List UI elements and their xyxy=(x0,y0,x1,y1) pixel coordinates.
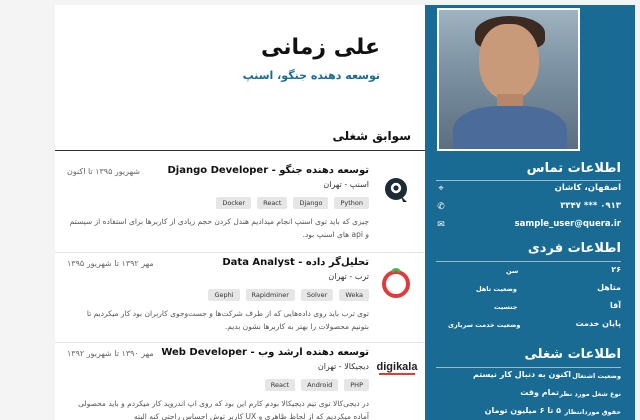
skill-tag: Weka xyxy=(339,289,369,301)
profile-photo xyxy=(437,8,580,151)
skill-tag: Docker xyxy=(216,197,252,209)
personal-military: پایان خدمت وضعیت خدمت سربازی xyxy=(436,319,621,333)
profile-title: توسعه دهنده جنگو، اسنپ xyxy=(242,69,380,82)
contact-heading: اطلاعات تماس xyxy=(526,161,621,176)
job-status: اکنون به دنبال کار نیستم وضعیت اشتغال xyxy=(436,370,621,384)
job-divider xyxy=(55,342,425,343)
job-role-en: Web Developer xyxy=(161,347,247,358)
job-info-divider xyxy=(436,367,621,368)
job-salary: ۵ تا ۶ میلیون تومان حقوق موردانتظار xyxy=(436,406,621,420)
job-tags: PHP Android React xyxy=(264,379,369,391)
marital-value: متاهل xyxy=(597,283,621,292)
job-item: توسعه دهنده جنگو - Django Developer اسنپ… xyxy=(55,163,425,253)
photo-face xyxy=(479,24,539,100)
salary-label: حقوق موردانتظار xyxy=(564,408,621,416)
digikala-wordmark: digikala xyxy=(377,361,419,373)
skill-tag: React xyxy=(264,379,296,391)
sidebar: اطلاعات تماس ⌖ اصفهان، کاشان ✆ ۰۹۱۳ *** … xyxy=(425,5,635,420)
gender-label: جنسیت xyxy=(494,303,518,311)
job-description: در دیجی‌کالا توی تیم دیجیکالا بودم کارم … xyxy=(78,399,369,420)
main-column: علی زمانی توسعه دهنده جنگو، اسنپ سوابق ش… xyxy=(55,5,425,420)
job-role-fa: توسعه دهنده ارشد وب - xyxy=(246,347,369,358)
personal-age: ۲۶ سن xyxy=(436,265,621,279)
job-tags: Weka Solver Rapidminer Gephi xyxy=(208,289,369,301)
location-text: اصفهان، کاشان xyxy=(554,183,621,193)
job-company: دیجیکالا - تهران xyxy=(317,362,369,371)
digikala-logo: digikala xyxy=(375,359,419,397)
skill-tag: Rapidminer xyxy=(245,289,295,301)
job-tags: Python Django React Docker xyxy=(216,197,369,209)
type-label: نوع شغل مورد نظر xyxy=(559,390,621,398)
gender-value: آقا xyxy=(610,301,621,310)
job-role: تحلیل‌گر داده - Data Analyst xyxy=(222,257,369,268)
job-company: ترب - تهران xyxy=(328,272,369,281)
skill-tag: Django xyxy=(293,197,329,209)
job-role-en: Django Developer xyxy=(167,165,269,176)
job-item: digikala توسعه دهنده ارشد وب - Web Devel… xyxy=(55,345,425,420)
job-company: اسنپ - تهران xyxy=(323,180,369,189)
photo-shirt xyxy=(453,106,567,149)
skill-tag: Python xyxy=(334,197,369,209)
type-value: تمام وقت xyxy=(520,388,559,397)
email-icon: ✉ xyxy=(437,220,445,230)
skill-tag: Solver xyxy=(300,289,334,301)
profile-name: علی زمانی xyxy=(261,35,380,60)
marital-label: وضعیت تاهل xyxy=(476,285,517,293)
resume-page: علی زمانی توسعه دهنده جنگو، اسنپ سوابق ش… xyxy=(0,0,640,420)
skill-tag: React xyxy=(257,197,288,209)
contact-email: ✉ sample_user@quera.ir xyxy=(436,219,621,235)
skill-tag: PHP xyxy=(344,379,369,391)
job-info-heading: اطلاعات شغلی xyxy=(524,347,621,362)
job-item: تحلیل‌گر داده - Data Analyst ترب - تهران… xyxy=(55,255,425,341)
military-label: وضعیت خدمت سربازی xyxy=(448,321,521,329)
contact-phone: ✆ ۰۹۱۳ *** ۳۳۴۷ xyxy=(436,201,621,217)
phone-icon: ✆ xyxy=(437,202,445,212)
job-description: چیزی که باید توی اسنپ انجام میدادیم هندل… xyxy=(69,217,369,239)
job-role-fa: تحلیل‌گر داده - xyxy=(294,257,369,268)
torob-logo xyxy=(377,263,415,301)
email-text[interactable]: sample_user@quera.ir xyxy=(515,219,621,229)
status-value: اکنون به دنبال کار نیستم xyxy=(472,370,571,379)
personal-gender: آقا جنسیت xyxy=(436,301,621,315)
snapp-logo xyxy=(377,171,415,209)
contact-divider xyxy=(436,180,621,181)
age-value: ۲۶ xyxy=(611,265,621,274)
experience-heading: سوابق شغلی xyxy=(332,129,411,143)
job-role: توسعه دهنده جنگو - Django Developer xyxy=(167,165,369,176)
job-date: مهر ۱۳۹۰ تا شهریور ۱۳۹۲ xyxy=(67,349,154,358)
job-role-fa: توسعه دهنده جنگو - xyxy=(268,165,369,176)
personal-heading: اطلاعات فردی xyxy=(527,241,621,256)
job-role: توسعه دهنده ارشد وب - Web Developer xyxy=(161,347,369,358)
contact-location: ⌖ اصفهان، کاشان xyxy=(436,183,621,199)
salary-value: ۵ تا ۶ میلیون تومان xyxy=(484,406,561,415)
personal-divider xyxy=(436,261,621,262)
job-description: توی ترب باید روی داده‌هایی که از طرف شرک… xyxy=(86,309,369,331)
job-date: شهریور ۱۳۹۵ تا اکنون xyxy=(67,167,140,176)
skill-tag: Android xyxy=(301,379,339,391)
skill-tag: Gephi xyxy=(208,289,240,301)
job-type: تمام وقت نوع شغل مورد نظر xyxy=(436,388,621,402)
status-label: وضعیت اشتغال xyxy=(572,372,621,380)
job-date: مهر ۱۳۹۲ تا شهریور ۱۳۹۵ xyxy=(67,259,154,268)
phone-text: ۰۹۱۳ *** ۳۳۴۷ xyxy=(560,201,621,211)
job-divider xyxy=(55,252,425,253)
personal-marital: متاهل وضعیت تاهل xyxy=(436,283,621,297)
age-label: سن xyxy=(506,267,519,275)
job-role-en: Data Analyst xyxy=(222,257,295,268)
section-divider xyxy=(55,150,425,151)
location-pin-icon: ⌖ xyxy=(438,184,444,194)
military-value: پایان خدمت xyxy=(575,319,621,328)
